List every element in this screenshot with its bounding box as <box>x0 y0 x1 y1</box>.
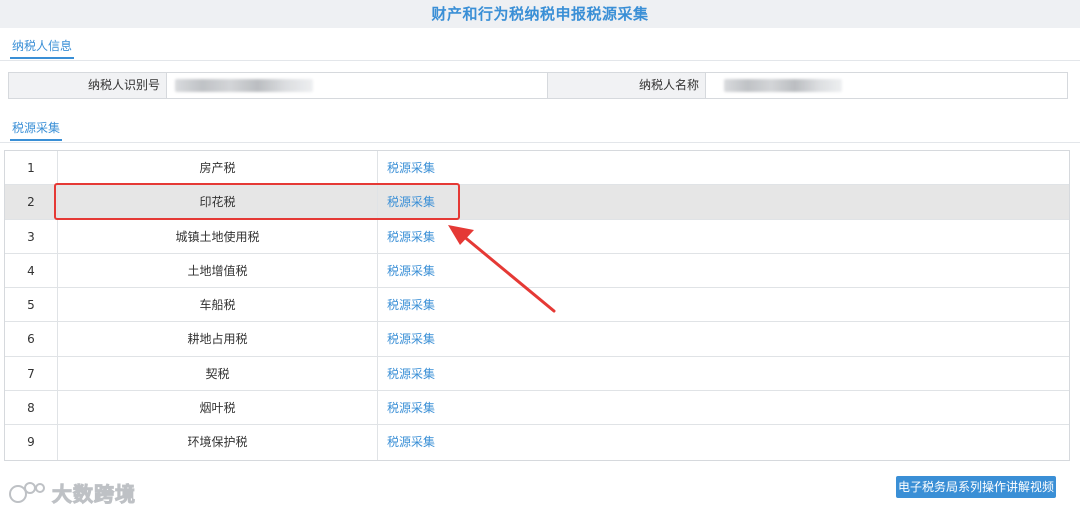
row-number: 7 <box>5 356 58 391</box>
table-row[interactable]: 6 耕地占用税 税源采集 <box>5 322 1069 357</box>
table-row[interactable]: 9 环境保护税 税源采集 <box>5 425 1069 460</box>
action-cell: 税源采集 <box>378 322 1069 355</box>
tax-type-name: 土地增值税 <box>58 253 378 288</box>
row-number: 4 <box>5 253 58 288</box>
row-number: 5 <box>5 288 58 322</box>
row-number: 3 <box>5 219 58 253</box>
page-title-bar: 财产和行为税纳税申报税源采集 <box>0 0 1080 28</box>
page-title: 财产和行为税纳税申报税源采集 <box>431 5 649 23</box>
tax-type-name: 城镇土地使用税 <box>58 219 378 253</box>
tax-source-table: 1 房产税 税源采集 2 印花税 税源采集 3 城镇土地使用税 税源采集 4 土地增值税 税源采集 5 车… <box>4 150 1070 461</box>
tax-type-name: 烟叶税 <box>58 391 378 425</box>
source-collection-link[interactable]: 税源采集 <box>387 332 435 346</box>
source-collection-link[interactable]: 税源采集 <box>387 195 435 209</box>
taxpayer-id-field <box>167 73 548 98</box>
tab-divider <box>0 142 1080 143</box>
table-row[interactable]: 7 契税 税源采集 <box>5 356 1069 392</box>
taxpayer-id-label: 纳税人识别号 <box>9 73 167 98</box>
redacted-value <box>175 79 313 92</box>
source-collection-link[interactable]: 税源采集 <box>387 401 435 415</box>
tax-type-name: 房产税 <box>58 151 378 185</box>
tax-type-name: 契税 <box>58 356 378 391</box>
row-number: 8 <box>5 391 58 425</box>
tab-source-collection[interactable]: 税源采集 <box>10 117 63 141</box>
row-number: 9 <box>5 425 58 460</box>
table-row[interactable]: 4 土地增值税 税源采集 <box>5 253 1069 289</box>
row-number: 2 <box>5 185 58 219</box>
action-cell: 税源采集 <box>378 425 1069 459</box>
action-cell: 税源采集 <box>378 357 1069 390</box>
tax-type-name: 车船税 <box>58 288 378 322</box>
taxpayer-info-row: 纳税人识别号 纳税人名称 <box>8 72 1068 99</box>
action-cell: 税源采集 <box>378 391 1069 424</box>
table-row[interactable]: 2 印花税 税源采集 <box>5 185 1069 220</box>
source-collection-link[interactable]: 税源采集 <box>387 367 435 381</box>
tax-type-name: 印花税 <box>58 185 378 219</box>
tax-type-name: 耕地占用税 <box>58 322 378 356</box>
action-cell: 税源采集 <box>378 220 1069 253</box>
tab-taxpayer-info[interactable]: 纳税人信息 <box>10 35 75 59</box>
tutorial-video-button[interactable]: 电子税务局系列操作讲解视频 <box>896 476 1056 498</box>
row-number: 6 <box>5 322 58 356</box>
action-cell: 税源采集 <box>378 254 1069 287</box>
row-number: 1 <box>5 151 58 185</box>
source-collection-link[interactable]: 税源采集 <box>387 161 435 175</box>
source-collection-link[interactable]: 税源采集 <box>387 264 435 278</box>
watermark-text: 大数跨境 <box>52 482 136 507</box>
action-cell: 税源采集 <box>378 185 1069 218</box>
action-cell: 税源采集 <box>378 288 1069 321</box>
taxpayer-name-label: 纳税人名称 <box>548 73 706 98</box>
watermark-icon <box>9 481 45 503</box>
tab-divider <box>0 60 1080 61</box>
source-collection-link[interactable]: 税源采集 <box>387 298 435 312</box>
taxpayer-name-field <box>706 73 1067 98</box>
tax-type-name: 环境保护税 <box>58 425 378 460</box>
table-row[interactable]: 8 烟叶税 税源采集 <box>5 391 1069 426</box>
table-row[interactable]: 3 城镇土地使用税 税源采集 <box>5 219 1069 254</box>
table-row[interactable]: 5 车船税 税源采集 <box>5 288 1069 323</box>
action-cell: 税源采集 <box>378 151 1069 184</box>
source-collection-link[interactable]: 税源采集 <box>387 230 435 244</box>
table-row[interactable]: 1 房产税 税源采集 <box>5 151 1069 186</box>
source-collection-link[interactable]: 税源采集 <box>387 435 435 449</box>
watermark-logo: 大数跨境 <box>8 478 136 507</box>
redacted-value <box>724 79 842 92</box>
